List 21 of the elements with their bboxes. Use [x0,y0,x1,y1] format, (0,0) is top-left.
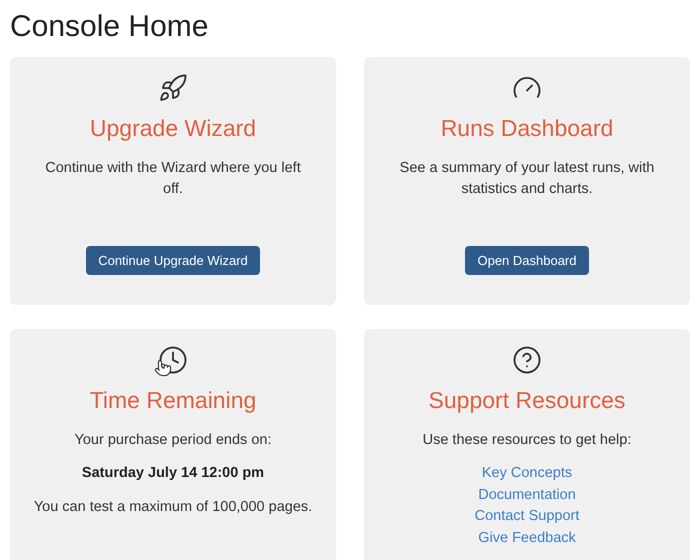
card-description: Use these resources to get help: [422,430,632,450]
rocket-icon [158,73,188,103]
info-text: You can test a maximum of 100,000 pages. [34,498,312,517]
card-title: Time Remaining [90,386,256,415]
action-button[interactable]: Continue Upgrade Wizard [86,246,260,275]
end-date: Saturday July 14 12:00 pm [82,464,264,484]
page-title: Console Home [10,9,210,45]
card-description: Continue with the Wizard where you left off. [44,158,302,198]
help-icon [512,345,542,375]
action-button[interactable]: Open Dashboard [465,246,588,275]
card-title: Runs Dashboard [440,114,614,143]
resource-link[interactable]: Give Feedback [478,528,576,550]
card-title: Support Resources [428,386,626,415]
resource-link[interactable]: Contact Support [474,506,580,528]
info-text: Your purchase period ends on: [74,430,272,450]
card-title: Upgrade Wizard [90,114,256,143]
resource-link[interactable]: Documentation [478,484,576,506]
hand-pointer-icon [154,359,172,377]
clock-icon [158,345,188,375]
resource-link[interactable]: Key Concepts [482,463,572,485]
card-description: See a summary of your latest runs, with statistics and charts. [398,158,656,198]
